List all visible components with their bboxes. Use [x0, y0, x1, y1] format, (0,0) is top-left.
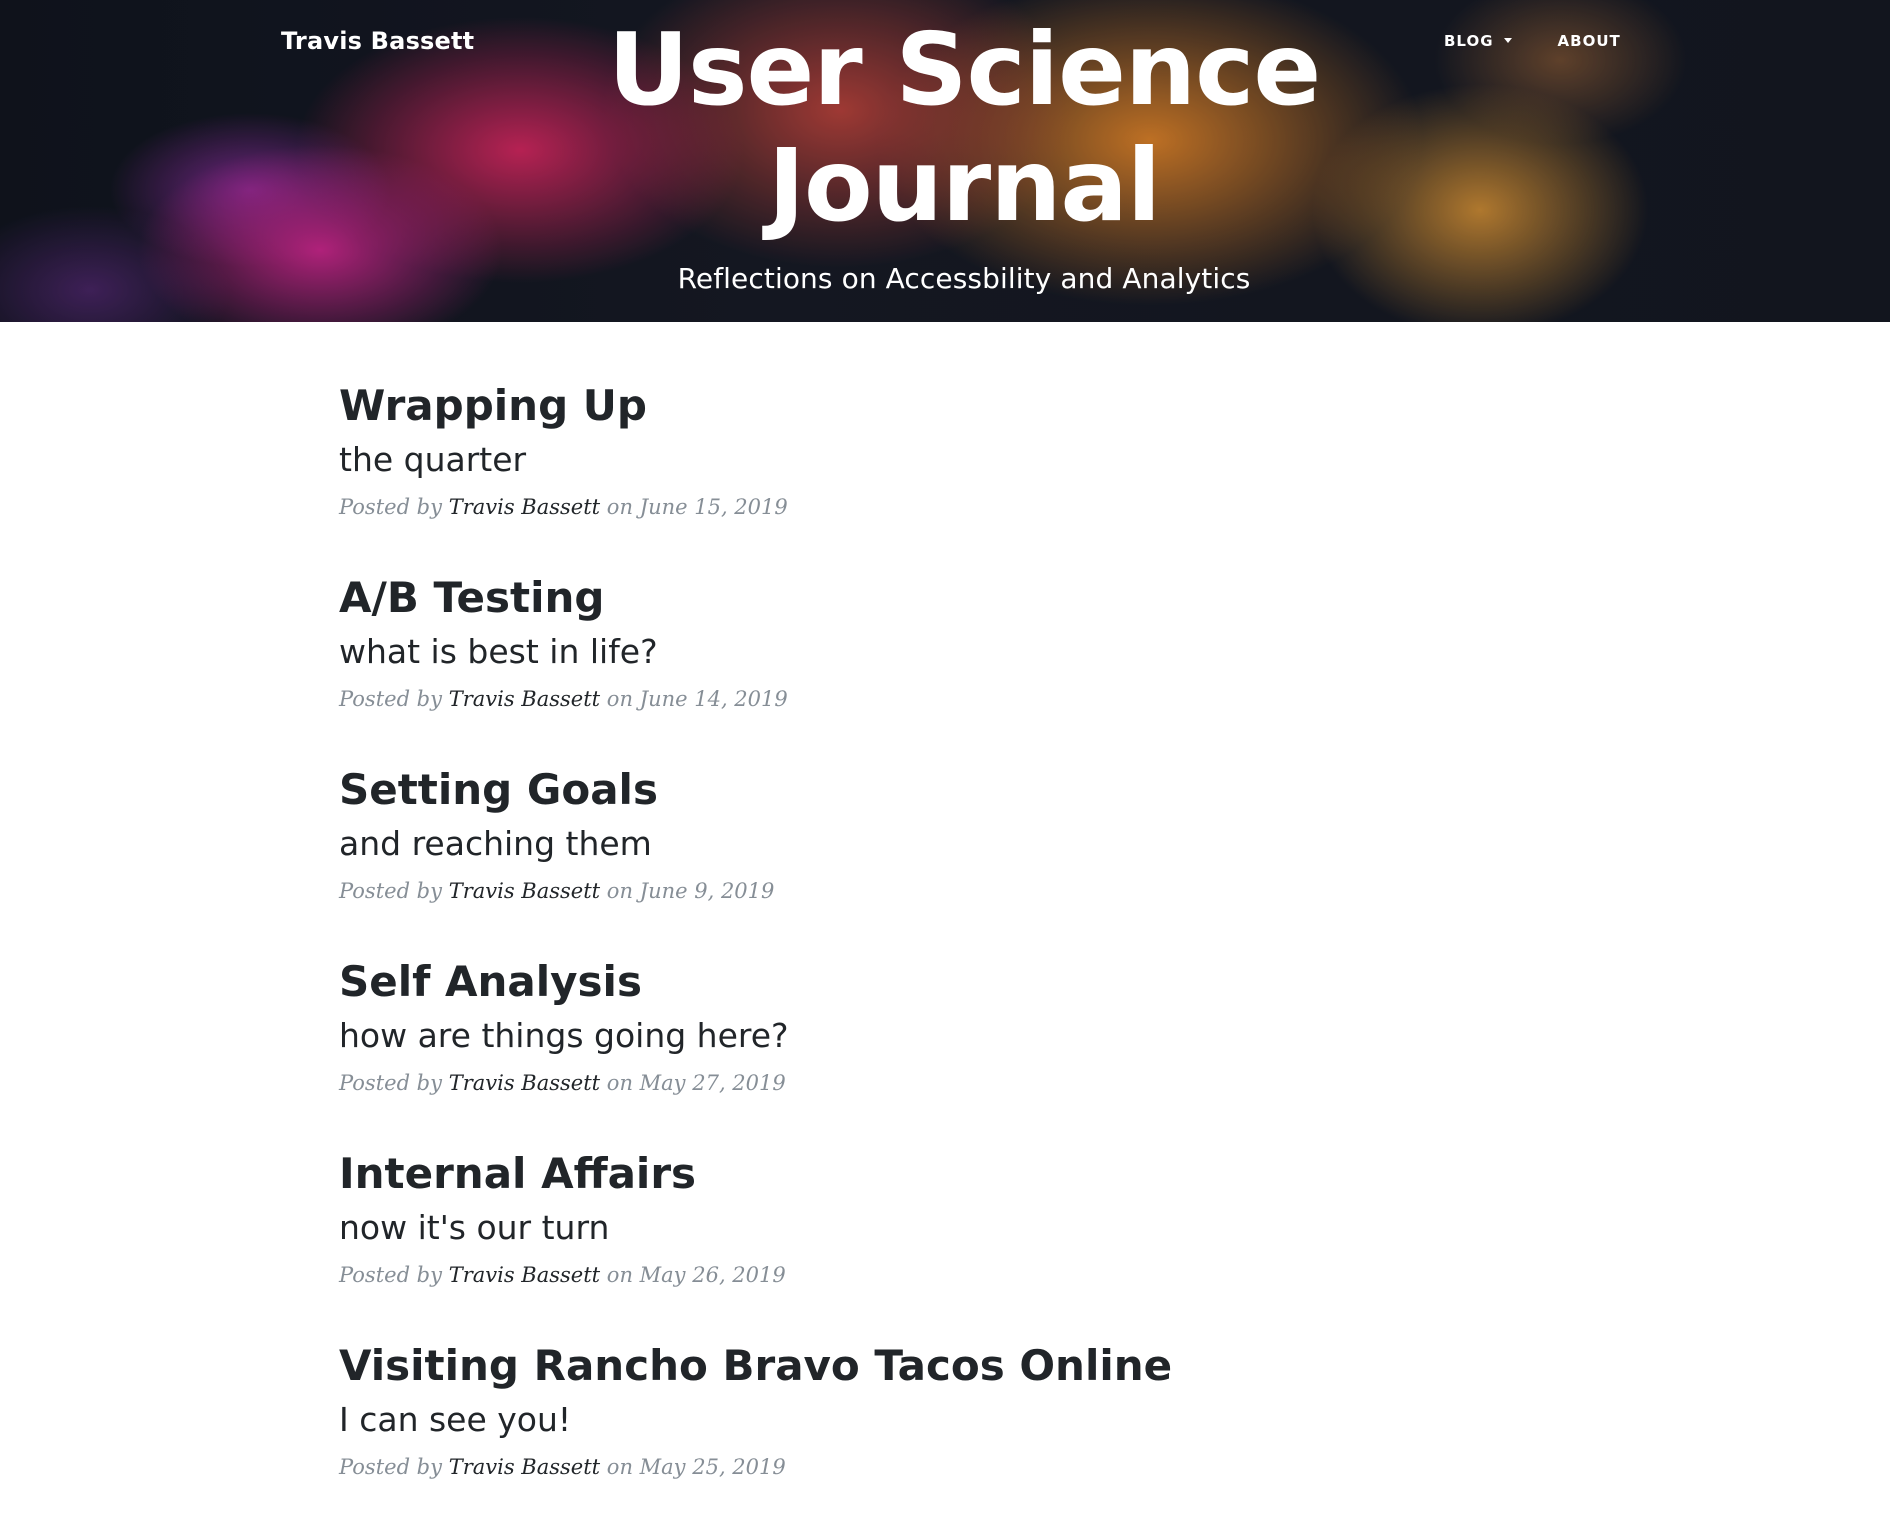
post-meta: Posted by Travis Bassett on June 14, 201… — [339, 687, 788, 711]
post-subtitle[interactable]: what is best in life? — [339, 630, 1559, 674]
post-preview: A/B Testing what is best in life? Posted… — [339, 572, 1559, 764]
post-list: Wrapping Up the quarter Posted by Travis… — [339, 380, 1559, 1532]
post-title-link[interactable]: Self Analysis — [339, 956, 1559, 1008]
post-author-link[interactable]: Travis Bassett — [449, 687, 600, 711]
post-meta: Posted by Travis Bassett on June 15, 201… — [339, 495, 788, 519]
post-subtitle[interactable]: and reaching them — [339, 822, 1559, 866]
post-author-link[interactable]: Travis Bassett — [449, 1263, 600, 1287]
post-subtitle[interactable]: I can see you! — [339, 1398, 1559, 1442]
post-preview: Self Analysis how are things going here?… — [339, 956, 1559, 1148]
post-date: May 25, 2019 — [639, 1455, 786, 1479]
site-subtitle: Reflections on Accessbility and Analytic… — [677, 262, 1251, 295]
post-preview: Internal Affairs now it's our turn Poste… — [339, 1148, 1559, 1340]
post-author-link[interactable]: Travis Bassett — [449, 879, 600, 903]
post-meta: Posted by Travis Bassett on May 27, 2019 — [339, 1071, 786, 1095]
post-subtitle[interactable]: how are things going here? — [339, 1014, 1559, 1058]
post-meta: Posted by Travis Bassett on May 25, 2019 — [339, 1455, 786, 1479]
post-preview: Wrapping Up the quarter Posted by Travis… — [339, 380, 1559, 572]
post-title-link[interactable]: Internal Affairs — [339, 1148, 1559, 1200]
post-subtitle[interactable]: now it's our turn — [339, 1206, 1559, 1250]
post-subtitle[interactable]: the quarter — [339, 438, 1559, 482]
post-date: May 27, 2019 — [639, 1071, 786, 1095]
masthead: Travis Bassett BLOG ABOUT User Science J… — [0, 0, 1890, 322]
post-meta: Posted by Travis Bassett on June 9, 2019 — [339, 879, 775, 903]
post-preview: Visiting Rancho Bravo Tacos Online I can… — [339, 1340, 1559, 1532]
post-title-link[interactable]: Visiting Rancho Bravo Tacos Online — [339, 1340, 1559, 1392]
post-preview: Setting Goals and reaching them Posted b… — [339, 764, 1559, 956]
post-author-link[interactable]: Travis Bassett — [449, 1071, 600, 1095]
site-title: User Science Journal — [607, 11, 1321, 244]
post-title-link[interactable]: Wrapping Up — [339, 380, 1559, 432]
post-author-link[interactable]: Travis Bassett — [449, 495, 600, 519]
post-meta: Posted by Travis Bassett on May 26, 2019 — [339, 1263, 786, 1287]
site-heading: User Science Journal Reflections on Acce… — [0, 11, 1890, 296]
post-date: June 9, 2019 — [639, 879, 775, 903]
post-title-link[interactable]: Setting Goals — [339, 764, 1559, 816]
post-author-link[interactable]: Travis Bassett — [449, 1455, 600, 1479]
post-date: June 14, 2019 — [639, 687, 788, 711]
post-date: June 15, 2019 — [639, 495, 788, 519]
post-date: May 26, 2019 — [639, 1263, 786, 1287]
post-title-link[interactable]: A/B Testing — [339, 572, 1559, 624]
